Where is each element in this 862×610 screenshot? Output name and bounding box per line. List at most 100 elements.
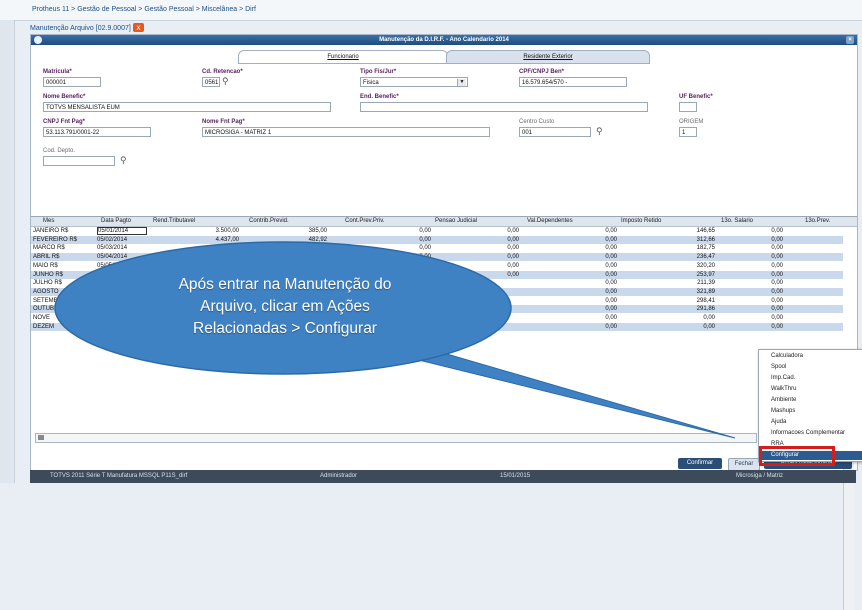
table-cell: SETEMB [33,297,58,304]
table-cell: 0,00 [771,297,783,304]
tipo-fis-jur-value: Fisica [363,80,379,86]
table-row[interactable]: MAIO R$ 05/05/2014 0,00 0,00 320,20 0,00 [31,262,843,270]
table-cell: 0,00 [771,254,783,261]
end-benefic-label: End. Benefic* [360,94,399,100]
table-cell: 0,00 [771,236,783,243]
table-cell: 0,00 [605,288,617,295]
status-user: Administrador [320,473,358,479]
table-cell: FEVEREIRO R$ [33,236,78,243]
chevron-down-icon[interactable]: ▼ [457,79,466,86]
app-logo-icon [34,36,42,44]
status-environment: TOTVS 2011 Série T Manufatura MSSQL P11S… [50,473,188,479]
matricula-label: Matricula* [43,69,72,75]
menu-item-imp-cad[interactable]: Imp.Cad. [771,375,795,381]
table-cell: 0,00 [771,271,783,278]
end-benefic-field[interactable] [360,102,648,112]
cod-depto-label: Cod. Depto. [43,148,76,154]
table-cell: 0,00 [771,315,783,321]
window-close-icon[interactable]: × [846,36,854,44]
cnpj-fnt-pag-field[interactable]: 53.113.791/0001-22 [43,127,151,137]
table-cell: 05/03/2014 [97,245,128,252]
table-cell: 146,65 [696,228,715,234]
col-mes[interactable]: Mes [43,217,54,226]
table-cell: 3.770,42 [215,245,239,252]
page-title: Manutenção Arquivo [02.9.0007] [30,25,131,32]
table-cell: 291,86 [696,306,715,313]
col-13o-prev[interactable]: 13o.Prev. [805,217,830,226]
table-cell: 0,00 [771,288,783,295]
col-rend-tributavel[interactable]: Rend.Tributavel [153,217,195,226]
tipo-fis-jur-select[interactable]: Fisica ▼ [360,77,468,87]
matricula-field[interactable]: 000001 [43,77,101,87]
table-cell: 0,00 [605,271,617,278]
table-cell: 0,00 [419,254,431,261]
table-cell: JUNHO R$ [33,271,64,278]
highlight-box [759,446,835,466]
table-cell: 0,00 [771,306,783,313]
search-icon[interactable]: ⚲ [120,155,127,165]
breadcrumb[interactable]: Protheus 11 > Gestão de Pessoal > Gestão… [32,6,256,13]
table-cell: 0,00 [419,245,431,252]
cd-retencao-field[interactable]: 0561 [202,77,220,87]
col-cont-prev-priv[interactable]: Cont.Prev.Priv. [345,217,384,226]
table-cell: 0,00 [605,245,617,252]
menu-item-ajuda[interactable]: Ajuda [771,419,786,425]
col-imposto-retido[interactable]: Imposto Retido [621,217,661,226]
table-cell: 0,00 [507,228,519,234]
cpf-cnpj-field[interactable]: 16.579.654/570 - [519,77,627,87]
origem-field[interactable]: 1 [679,127,697,137]
centro-custo-field[interactable]: 001 [519,127,591,137]
table-cell: 0,00 [605,315,617,321]
table-row[interactable]: FEVEREIRO R$ 05/02/2014 4.437,00 482,92 0,00… [31,235,843,244]
window-header: Manutenção da D.I.R.F. - Ano Calendario … [31,35,857,45]
nome-benefic-field[interactable]: TOTVS MENSALISTA EUM [43,102,331,112]
cnpj-fnt-pag-label: CNPJ Fnt Pag* [43,119,86,125]
table-cell: MARCO R$ [33,245,65,252]
table-cell: 482,92 [308,236,327,243]
table-cell: 298,41 [696,297,715,304]
table-cell: 3.500,00 [215,228,239,234]
table-cell: 0,00 [507,262,519,269]
close-page-button[interactable]: x [133,23,144,32]
horizontal-scrollbar[interactable] [35,433,757,443]
tab-bar: Funcionario Residente Exterior [31,50,857,64]
cd-retencao-label: Cd. Retencao* [202,69,243,75]
search-icon[interactable]: ⚲ [222,76,229,86]
col-13o-salario[interactable]: 13o. Salario [721,217,753,226]
table-cell: 05/01/2014 [97,227,147,235]
search-icon[interactable]: ⚲ [596,126,603,136]
uf-benefic-field[interactable] [679,102,697,112]
col-val-dependentes[interactable]: Val.Dependentes [527,217,573,226]
left-collapse-strip[interactable] [0,20,15,483]
scroll-thumb[interactable] [38,435,44,440]
cod-depto-field[interactable] [43,156,115,166]
status-date: 15/01/2015 [500,473,531,479]
menu-item-spool[interactable]: Spool [771,364,786,370]
callout-line-2: Arquivo, clicar em Ações [200,298,370,315]
menu-item-walkthru[interactable]: WalkThru [771,386,796,392]
col-contrib-previd[interactable]: Contrib.Previd. [249,217,289,226]
confirm-button[interactable]: Confirmar [678,458,722,469]
table-cell: 0,00 [771,262,783,269]
tab-residente-exterior[interactable]: Residente Exterior [446,50,650,64]
tab-funcionario[interactable]: Funcionario [238,50,448,64]
menu-item-ambiente[interactable]: Ambiente [771,397,796,403]
callout-line-3: Relacionadas > Configurar [193,320,377,337]
table-cell: 0,00 [703,323,715,330]
nome-benefic-label: Nome Benefic* [43,94,86,100]
menu-item-calculadora[interactable]: Calculadora [771,353,803,359]
table-cell: 0,00 [507,254,519,261]
nome-fnt-pag-field[interactable]: MICROSIGA - MATRIZ 1 [202,127,490,137]
centro-custo-label: Centro Custo [519,119,555,125]
table-cell: 320,20 [696,262,715,269]
col-pensao-judicial[interactable]: Pensao Judicial [435,217,477,226]
table-row[interactable]: MARCO R$ 05/03/2014 3.770,42 414,74 0,00 0,00… [31,244,843,252]
table-cell: 0,00 [605,228,617,234]
table-cell: 312,66 [696,236,715,243]
menu-item-mashups[interactable]: Mashups [771,408,795,414]
table-cell: 0,00 [703,315,715,321]
table-row[interactable]: ABRIL R$ 05/04/2014 0,00 0,00 0,00 236,47 0,00 [31,253,843,262]
table-row[interactable]: JANEIRO R$ 05/01/2014 3.500,00 385,00 0,00 0,… [31,227,843,235]
col-data-pagto[interactable]: Data Pagto [101,217,131,226]
menu-item-informacoes-complementar[interactable]: Informacoes Complementar [771,430,845,436]
